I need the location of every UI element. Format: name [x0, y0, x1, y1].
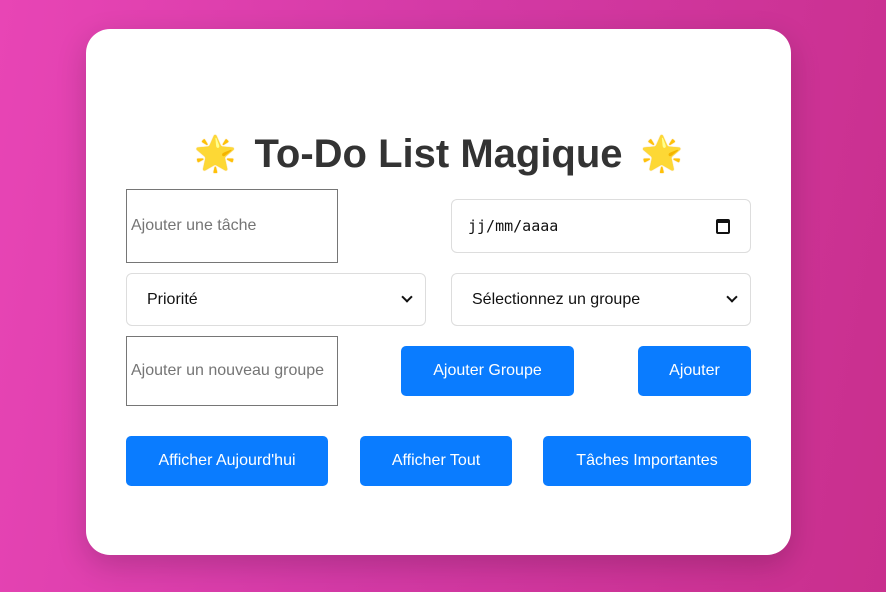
show-all-button-label: Afficher Tout: [391, 452, 481, 469]
show-all-button[interactable]: Afficher Tout: [360, 436, 512, 486]
show-today-button-label: Afficher Aujourd'hui: [158, 452, 296, 469]
sparkle-star-icon: 🌟: [194, 134, 237, 174]
add-task-button-label: Ajouter: [669, 362, 720, 379]
group-select[interactable]: Sélectionnez un groupe: [451, 273, 751, 326]
task-input-placeholder: Ajouter une tâche: [131, 217, 257, 234]
add-group-button[interactable]: Ajouter Groupe: [401, 346, 574, 396]
due-date-input[interactable]: jj/mm/aaaa: [451, 199, 751, 253]
important-tasks-button[interactable]: Tâches Importantes: [543, 436, 751, 486]
page-title-text: To-Do List Magique: [254, 132, 623, 176]
add-task-button[interactable]: Ajouter: [638, 346, 751, 396]
group-select-value: Sélectionnez un groupe: [472, 290, 641, 308]
priority-select[interactable]: Priorité: [126, 273, 426, 326]
todo-card: 🌟 To-Do List Magique 🌟 Ajouter une tâche j…: [86, 29, 791, 555]
calendar-icon[interactable]: [716, 218, 730, 234]
priority-select-value: Priorité: [147, 290, 198, 308]
date-placeholder: jj/mm/aaaa: [468, 217, 559, 235]
chevron-down-icon: [401, 291, 413, 303]
add-group-button-label: Ajouter Groupe: [433, 362, 542, 379]
chevron-down-icon: [726, 291, 738, 303]
page-title: 🌟 To-Do List Magique 🌟: [86, 127, 791, 181]
new-group-placeholder: Ajouter un nouveau groupe: [131, 362, 325, 379]
task-input[interactable]: Ajouter une tâche: [126, 189, 338, 263]
important-tasks-button-label: Tâches Importantes: [576, 452, 718, 469]
new-group-input[interactable]: Ajouter un nouveau groupe: [126, 336, 338, 406]
show-today-button[interactable]: Afficher Aujourd'hui: [126, 436, 328, 486]
sparkle-star-icon: 🌟: [640, 134, 683, 174]
